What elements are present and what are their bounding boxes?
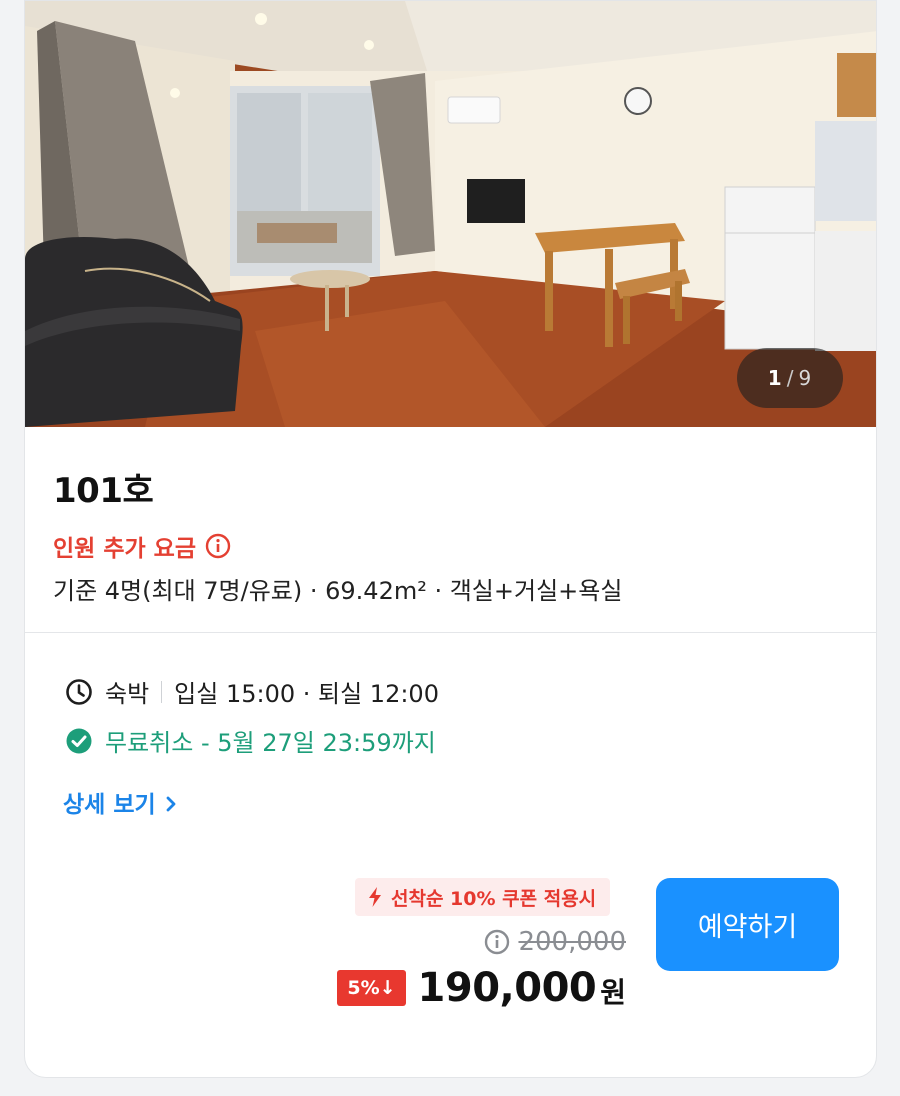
- free-cancel-text: 무료취소 - 5월 27일 23:59까지: [105, 729, 436, 757]
- clock-icon: [65, 678, 93, 706]
- original-price: 200,000: [484, 927, 626, 957]
- section-divider: [25, 632, 876, 633]
- currency-label: 원: [600, 976, 626, 1009]
- discount-badge: 5%↓: [337, 970, 406, 1006]
- stay-info: 숙박 입실 15:00 · 퇴실 12:00: [65, 674, 439, 709]
- detail-view-label: 상세 보기: [63, 792, 156, 818]
- room-name: 101호: [53, 471, 154, 511]
- original-price-amount: 200,000: [518, 927, 626, 957]
- stay-times: 입실 15:00 · 퇴실 12:00: [174, 680, 439, 708]
- pager-current: 1: [767, 366, 783, 390]
- room-photo[interactable]: 1 / 9: [25, 1, 876, 427]
- stay-separator: [161, 680, 163, 703]
- info-circle-icon[interactable]: [205, 533, 231, 559]
- room-card: 1 / 9 101호 인원 추가 요금 기준 4명(최대 7명/유료) · 69…: [24, 0, 877, 1078]
- book-button[interactable]: 예약하기: [656, 878, 839, 971]
- detail-view-link[interactable]: 상세 보기: [63, 785, 178, 819]
- chevron-right-icon: [164, 793, 178, 812]
- final-price-amount: 190,000: [417, 965, 597, 1011]
- photo-pager: 1 / 9: [737, 348, 843, 408]
- stay-type: 숙박: [105, 680, 150, 708]
- info-circle-icon[interactable]: [484, 929, 510, 955]
- check-circle-icon: [65, 727, 93, 755]
- room-specs: 기준 4명(최대 7명/유료) · 69.42m² · 객실+거실+욕실: [53, 577, 623, 605]
- final-price: 5%↓ 190,000 원: [337, 965, 626, 1011]
- coupon-badge: 선착순 10% 쿠폰 적용시: [355, 878, 611, 916]
- coupon-text: 선착순 10% 쿠폰 적용시: [391, 887, 597, 910]
- extra-fee-label: 인원 추가 요금: [53, 536, 196, 562]
- pager-separator: /: [786, 366, 795, 390]
- free-cancel-info: 무료취소 - 5월 27일 23:59까지: [65, 723, 436, 758]
- pager-total: 9: [798, 366, 813, 390]
- extra-fee-link[interactable]: 인원 추가 요금: [53, 529, 231, 563]
- lightning-icon: [367, 887, 383, 907]
